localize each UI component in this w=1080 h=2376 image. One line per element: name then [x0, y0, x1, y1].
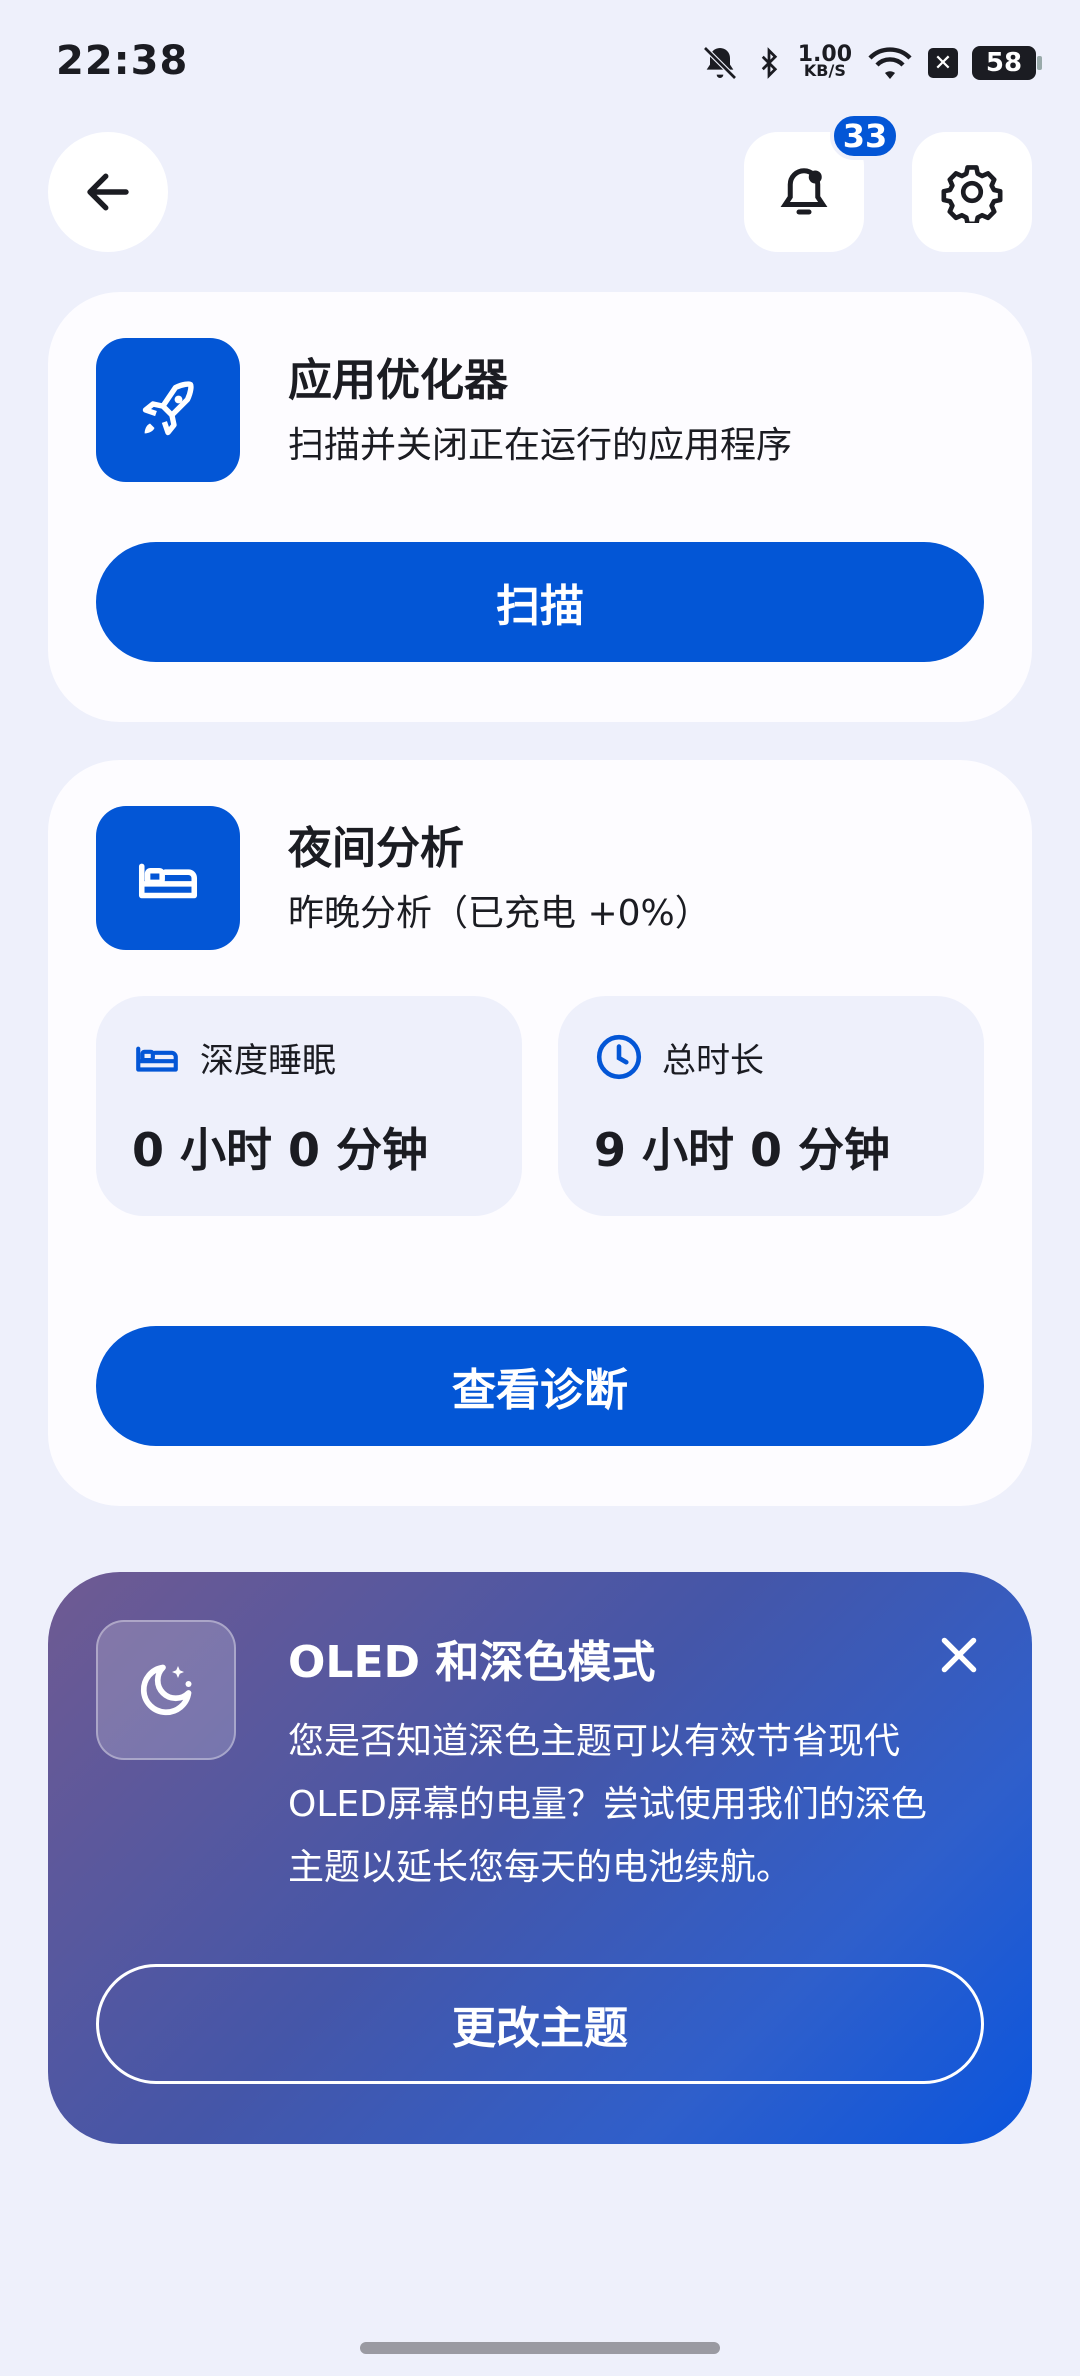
- network-speed: 1.00 KB/S: [798, 44, 852, 80]
- app-optimizer-title: 应用优化器: [288, 355, 508, 406]
- deep-sleep-value: 0 小时 0 分钟: [132, 1123, 429, 1177]
- app-optimizer-card: 应用优化器 扫描并关闭正在运行的应用程序 扫描: [48, 292, 1032, 722]
- close-button[interactable]: [926, 1622, 992, 1688]
- bluetooth-icon: [761, 47, 777, 79]
- scan-button[interactable]: 扫描: [96, 542, 984, 662]
- status-icons: 1.00 KB/S ✕ 58: [700, 38, 1042, 88]
- promo-line-3: 主题以延长您每天的电池续航。: [288, 1847, 793, 1888]
- back-button[interactable]: [48, 132, 168, 252]
- promo-icon-tile: [96, 1620, 236, 1760]
- moon-stars-icon: [140, 1664, 192, 1716]
- bed-icon: [136, 1046, 178, 1072]
- night-analysis-icon-tile: [96, 806, 240, 950]
- total-duration-stat: 总时长 9 小时 0 分钟: [558, 996, 984, 1216]
- night-analysis-subtitle: 昨晚分析（已充电 +0%）: [288, 893, 711, 934]
- change-theme-button[interactable]: 更改主题: [96, 1964, 984, 2084]
- rocket-icon: [142, 381, 194, 436]
- total-duration-value: 9 小时 0 分钟: [594, 1123, 891, 1177]
- night-analysis-title: 夜间分析: [288, 823, 464, 874]
- promo-title: OLED 和深色模式: [288, 1637, 656, 1688]
- promo-line-2: OLED屏幕的电量？尝试使用我们的深色: [288, 1784, 927, 1825]
- status-time: 22:38: [56, 38, 189, 84]
- promo-description: 您是否知道深色主题可以有效节省现代 OLED屏幕的电量？尝试使用我们的深色 主题…: [288, 1710, 988, 1899]
- deep-sleep-label: 深度睡眠: [200, 1040, 336, 1081]
- status-bar: 22:38 1.00 KB/S ✕ 58: [0, 0, 1080, 120]
- no-sim-icon: ✕: [928, 48, 958, 78]
- night-analysis-card: 夜间分析 昨晚分析（已充电 +0%） 深度睡眠 0 小时 0 分钟 总时长 9 …: [48, 760, 1032, 1506]
- settings-button[interactable]: [912, 132, 1032, 252]
- app-optimizer-icon-tile: [96, 338, 240, 482]
- muted-bell-icon: [702, 46, 737, 80]
- wifi-icon: [868, 47, 912, 79]
- notification-count-badge: 33: [830, 112, 900, 160]
- total-duration-label: 总时长: [662, 1040, 764, 1081]
- oled-dark-mode-card: OLED 和深色模式 您是否知道深色主题可以有效节省现代 OLED屏幕的电量？尝…: [48, 1572, 1032, 2144]
- promo-line-1: 您是否知道深色主题可以有效节省现代: [288, 1721, 901, 1762]
- clock-icon: [596, 1034, 642, 1080]
- battery-indicator: 58: [972, 46, 1042, 80]
- arrow-left-icon: [87, 173, 129, 211]
- bell-icon: [780, 168, 828, 215]
- view-diagnostics-button[interactable]: 查看诊断: [96, 1326, 984, 1446]
- network-speed-unit: KB/S: [803, 61, 846, 80]
- bed-icon: [138, 863, 198, 899]
- app-optimizer-subtitle: 扫描并关闭正在运行的应用程序: [288, 425, 793, 466]
- deep-sleep-stat: 深度睡眠 0 小时 0 分钟: [96, 996, 522, 1216]
- close-icon: [941, 1637, 977, 1673]
- gear-icon: [941, 165, 1003, 223]
- home-indicator[interactable]: [360, 2342, 720, 2354]
